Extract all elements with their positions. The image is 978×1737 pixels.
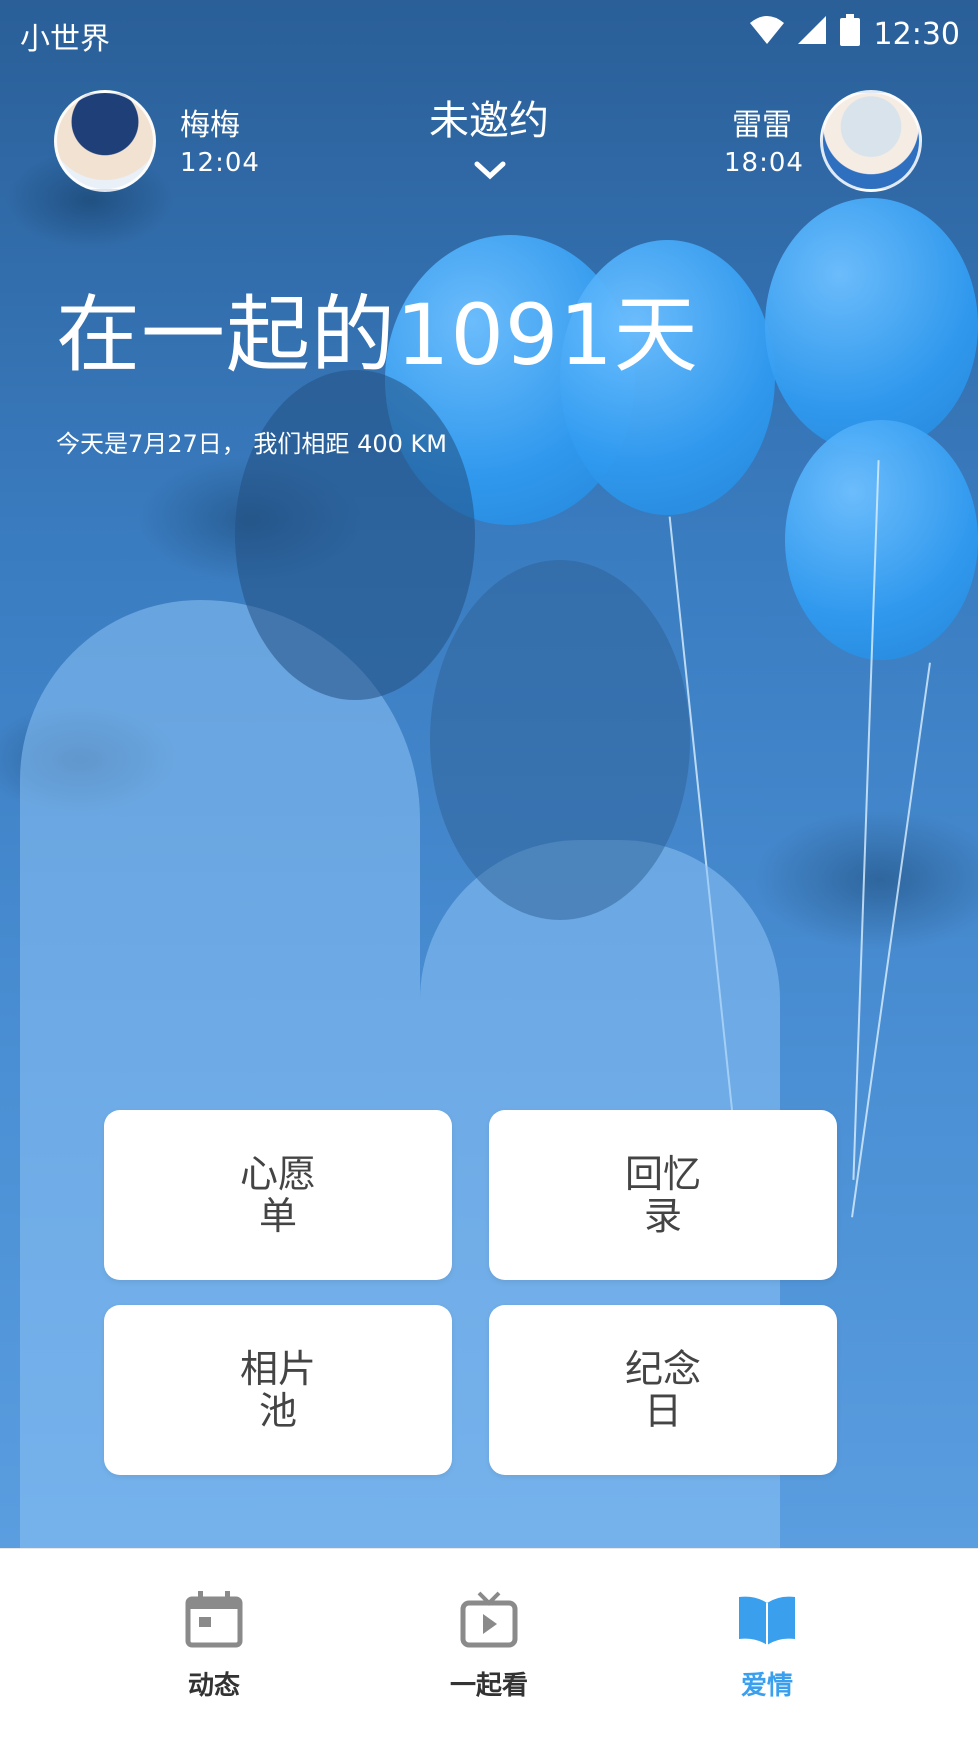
nav-item-feed[interactable]: 动态 xyxy=(144,1589,284,1702)
photo-pool-card[interactable]: 相片池 xyxy=(104,1305,452,1475)
battery-icon xyxy=(839,14,860,54)
left-user-time: 12:04 xyxy=(180,148,260,178)
page-title: 在一起的1091天 xyxy=(56,286,699,384)
carrier-label: 小世界 xyxy=(20,22,110,57)
status-bar: 小世界 12:30 xyxy=(0,0,978,70)
girl-head xyxy=(430,560,690,920)
wishlist-label: 心愿单 xyxy=(239,1152,316,1238)
memories-card[interactable]: 回忆录 xyxy=(489,1110,837,1280)
chevron-down-icon[interactable] xyxy=(474,160,506,186)
anniversary-card[interactable]: 纪念日 xyxy=(489,1305,837,1475)
tv-icon xyxy=(419,1589,559,1653)
memories-label: 回忆录 xyxy=(624,1152,701,1238)
calendar-icon xyxy=(144,1589,284,1653)
bottom-nav: 动态 一起看 爱情 xyxy=(0,1548,978,1737)
book-icon xyxy=(697,1589,837,1653)
nav-item-love[interactable]: 爱情 xyxy=(697,1589,837,1702)
right-user-avatar[interactable] xyxy=(820,90,922,192)
clock-time: 12:30 xyxy=(873,16,960,52)
nav-item-watch-together[interactable]: 一起看 xyxy=(419,1589,559,1702)
boy-head xyxy=(235,370,475,700)
anniversary-label: 纪念日 xyxy=(624,1347,701,1433)
right-user-time: 18:04 xyxy=(724,148,804,178)
balloon xyxy=(765,198,978,453)
nav-label-love: 爱情 xyxy=(740,1671,793,1701)
right-user-name: 雷雷 xyxy=(732,108,792,143)
balloon xyxy=(785,420,978,660)
signal-icon xyxy=(797,16,826,52)
photo-pool-label: 相片池 xyxy=(239,1347,316,1433)
nav-label-feed: 动态 xyxy=(187,1671,240,1701)
nav-label-watch-together: 一起看 xyxy=(449,1671,528,1701)
wifi-icon xyxy=(749,16,784,52)
subtitle: 今天是7月27日， 我们相距 400 KM xyxy=(56,430,447,458)
wishlist-card[interactable]: 心愿单 xyxy=(104,1110,452,1280)
